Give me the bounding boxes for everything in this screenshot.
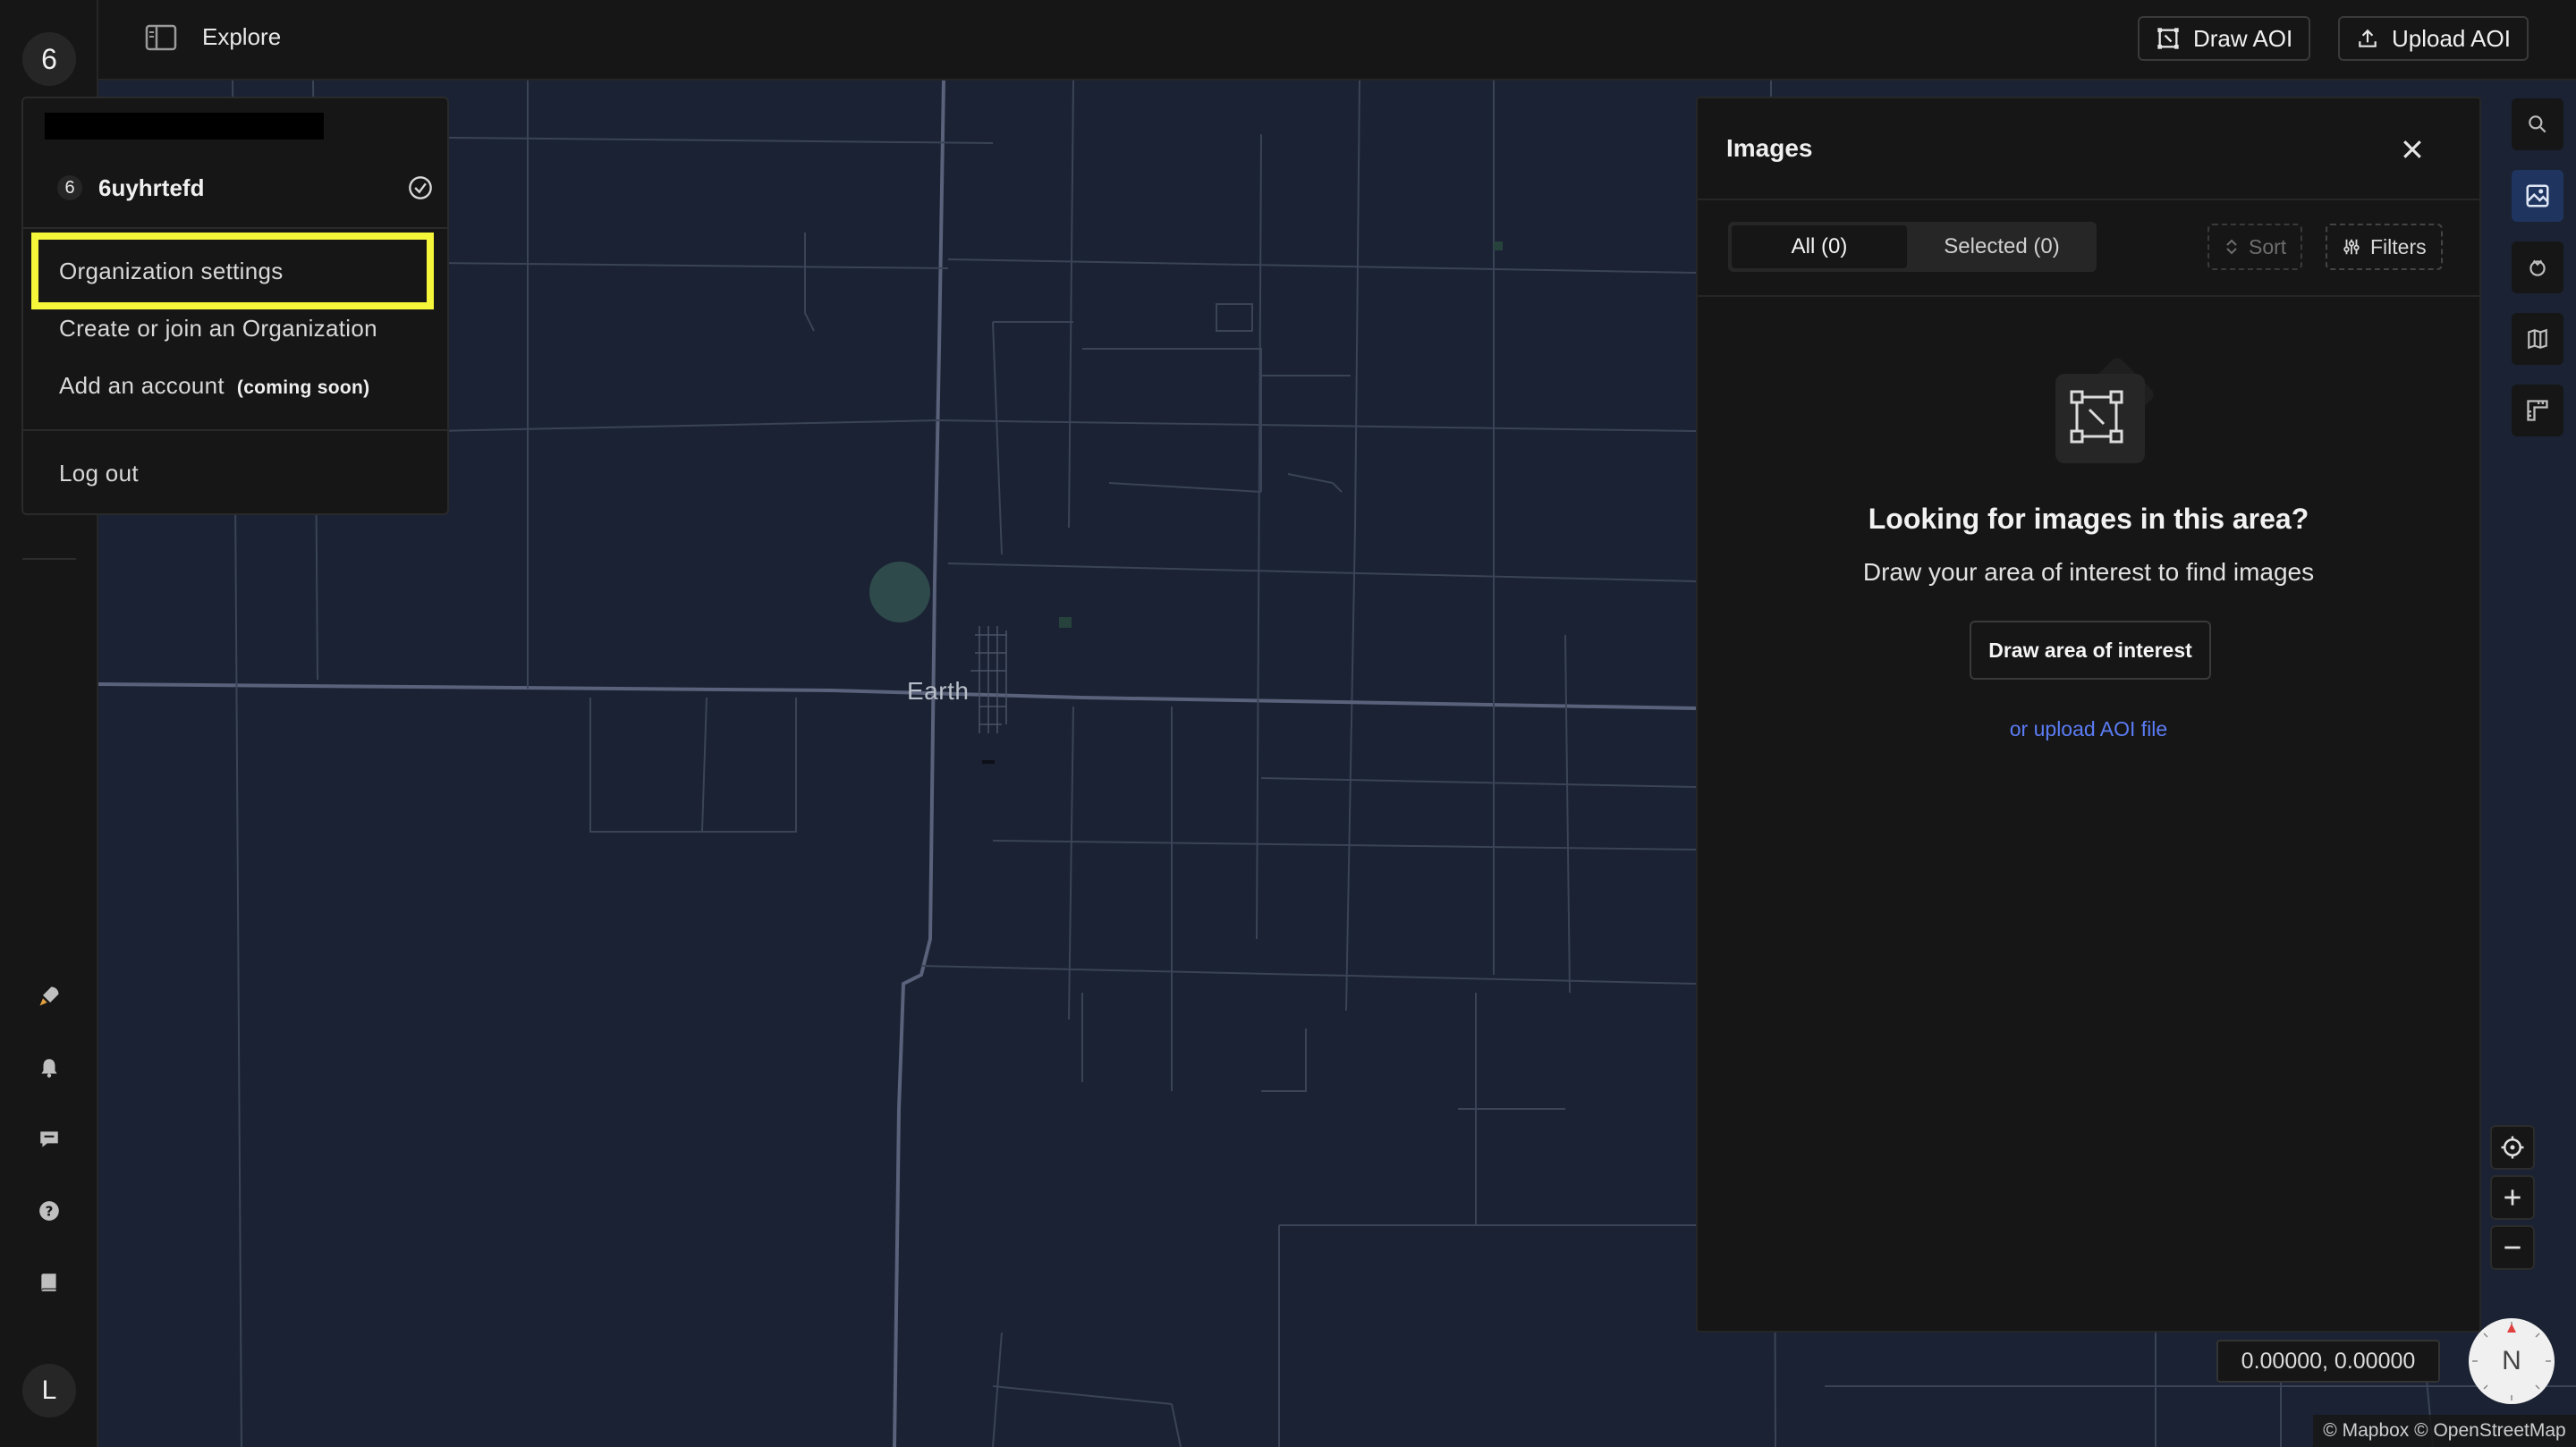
draw-area-of-interest-button[interactable]: Draw area of interest: [1970, 621, 2211, 680]
tab-all-images[interactable]: All (0): [1732, 225, 1907, 268]
geolocate-icon[interactable]: [2490, 1125, 2535, 1170]
sort-icon: [2226, 239, 2237, 255]
bell-icon[interactable]: [33, 1052, 65, 1084]
menu-item-add-account[interactable]: Add an account (coming soon): [59, 372, 369, 400]
org-row[interactable]: 6 6uyhrtefd: [57, 168, 433, 207]
menu-divider: [23, 227, 447, 229]
org-name: 6uyhrtefd: [98, 173, 205, 201]
sort-label: Sort: [2249, 234, 2287, 258]
images-panel: Images All (0) Selected (0) Sort Filters: [1696, 97, 2481, 1333]
compass-button[interactable]: N: [2469, 1318, 2555, 1404]
compass-north-label: N: [2502, 1346, 2521, 1375]
draw-aoi-button[interactable]: Draw AOI: [2138, 16, 2311, 61]
menu-item-logout[interactable]: Log out: [59, 460, 139, 487]
empty-state-title: Looking for images in this area?: [1868, 503, 2309, 535]
panel-divider: [1698, 295, 2479, 297]
filters-label: Filters: [2370, 234, 2427, 258]
menu-item-org-settings[interactable]: Organization settings: [59, 258, 284, 285]
page-title: Explore: [202, 23, 282, 50]
aoi-illustration-icon: [2045, 349, 2161, 465]
coordinate-readout: 0.00000, 0.00000: [2216, 1340, 2440, 1383]
map-attribution[interactable]: © Mapbox © OpenStreetMap: [2313, 1415, 2576, 1447]
app-root: Earth 6 ? L Explore Draw AOI Upload AOI …: [0, 0, 2576, 1447]
add-account-label: Add an account: [59, 372, 225, 399]
help-icon[interactable]: ?: [33, 1195, 65, 1227]
check-circle-icon: [408, 175, 433, 200]
filters-icon: [2343, 239, 2360, 255]
close-icon[interactable]: [2399, 136, 2426, 163]
org-avatar-button[interactable]: 6: [22, 32, 76, 86]
top-header: Explore Draw AOI Upload AOI: [98, 0, 2576, 80]
sort-button[interactable]: Sort: [2207, 224, 2303, 270]
filters-button[interactable]: Filters: [2326, 224, 2443, 270]
upload-aoi-file-link[interactable]: or upload AOI file: [1698, 717, 2479, 741]
panel-title: Images: [1726, 134, 1813, 162]
menu-divider: [23, 429, 447, 431]
upload-aoi-label: Upload AOI: [2392, 24, 2511, 52]
panel-divider: [1698, 199, 2479, 200]
svg-text:?: ?: [46, 1203, 54, 1219]
upload-icon: [2359, 29, 2377, 47]
org-badge: 6: [57, 175, 82, 200]
search-icon[interactable]: [2512, 98, 2563, 150]
sidebar-toggle-icon[interactable]: [145, 24, 177, 51]
zoom-out-icon[interactable]: [2490, 1225, 2535, 1270]
layers-icon[interactable]: [2512, 241, 2563, 293]
draw-aoi-label: Draw AOI: [2193, 24, 2293, 52]
menu-item-create-join-org[interactable]: Create or join an Organization: [59, 315, 377, 343]
upload-aoi-button[interactable]: Upload AOI: [2338, 16, 2529, 61]
account-menu: 6 6uyhrtefd Organization settings Create…: [21, 97, 449, 515]
draw-aoi-icon: [2157, 28, 2179, 49]
chat-icon[interactable]: [33, 1123, 65, 1155]
zoom-in-icon[interactable]: [2490, 1175, 2535, 1220]
book-icon[interactable]: [33, 1266, 65, 1299]
rocket-icon[interactable]: [33, 980, 65, 1012]
ruler-icon[interactable]: [2512, 385, 2563, 436]
map-icon[interactable]: [2512, 313, 2563, 365]
tab-selected-images[interactable]: Selected (0): [1911, 225, 2093, 268]
user-avatar-button[interactable]: L: [22, 1364, 76, 1417]
image-filter-tabs: All (0) Selected (0): [1728, 222, 2097, 272]
rail-divider: [22, 558, 76, 560]
images-tool-icon[interactable]: [2512, 170, 2563, 222]
redacted-email: [45, 113, 324, 140]
coming-soon-badge: (coming soon): [236, 377, 370, 398]
map-place-label: Earth: [907, 677, 970, 705]
empty-state-subtitle: Draw your area of interest to find image…: [1862, 558, 2315, 586]
